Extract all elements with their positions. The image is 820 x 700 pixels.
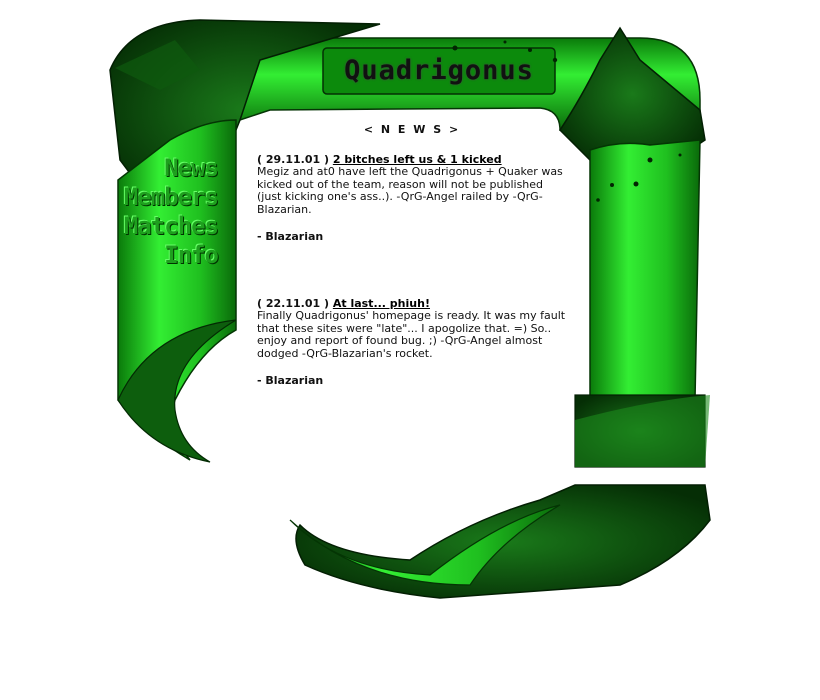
news-body: Finally Quadrigonus' homepage is ready. … [257,309,566,360]
news-heading: < N E W S > [363,123,461,136]
nav-info-link[interactable]: Info [164,241,219,269]
news-title-link[interactable]: At last... phiuh! [333,297,430,310]
nav-news-link[interactable]: News [164,154,219,182]
site-logo: Quadrigonus [344,55,534,86]
news-author: - Blazarian [257,230,324,243]
news-item: ( 22.11.01 ) At last... phiuh! Finally Q… [257,296,567,388]
news-date: ( 29.11.01 ) [257,152,329,166]
news-content: < N E W S > ( 29.11.01 ) 2 bitches left … [257,123,567,442]
news-author: - Blazarian [257,374,324,387]
nav-matches-link[interactable]: Matches [124,212,219,240]
news-body: Megiz and at0 have left the Quadrigonus … [257,165,563,216]
news-title-link[interactable]: 2 bitches left us & 1 kicked [333,153,502,166]
nav-members-link[interactable]: Members [124,183,219,211]
news-item: ( 29.11.01 ) 2 bitches left us & 1 kicke… [257,152,567,244]
news-date: ( 22.11.01 ) [257,296,329,310]
